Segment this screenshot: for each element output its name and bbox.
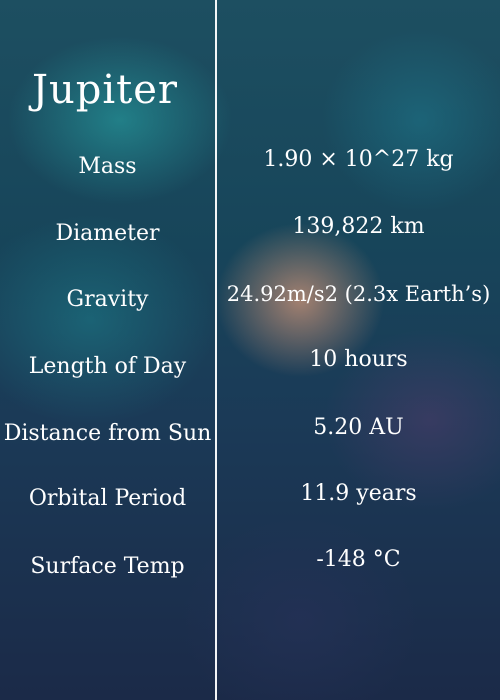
fact-value-orbital-period: 11.9 years: [300, 481, 417, 506]
fact-label-diameter: Diameter: [55, 221, 160, 246]
fact-label-surface-temp: Surface Temp: [30, 554, 185, 579]
fact-value-distance-from-sun: 5.20 AU: [313, 415, 404, 440]
fact-value-diameter: 139,822 km: [292, 214, 425, 239]
fact-value-gravity: 24.92m/s2 (2.3x Earth’s): [226, 282, 491, 306]
planet-fact-card: Jupiter Mass Diameter Gravity Length of …: [0, 0, 500, 700]
fact-label-mass: Mass: [78, 154, 137, 179]
fact-value-mass: 1.90 × 10^27 kg: [263, 147, 454, 172]
fact-label-orbital-period: Orbital Period: [28, 486, 187, 511]
fact-label-length-of-day: Length of Day: [28, 354, 187, 379]
values-column: 1.90 × 10^27 kg 139,822 km 24.92m/s2 (2.…: [217, 0, 500, 700]
planet-title: Jupiter: [31, 67, 179, 113]
fact-value-length-of-day: 10 hours: [309, 347, 408, 372]
labels-column: Jupiter Mass Diameter Gravity Length of …: [0, 0, 215, 700]
fact-value-surface-temp: -148 °C: [316, 547, 401, 572]
fact-label-gravity: Gravity: [66, 287, 149, 312]
fact-label-distance-from-sun: Distance from Sun: [3, 421, 212, 446]
